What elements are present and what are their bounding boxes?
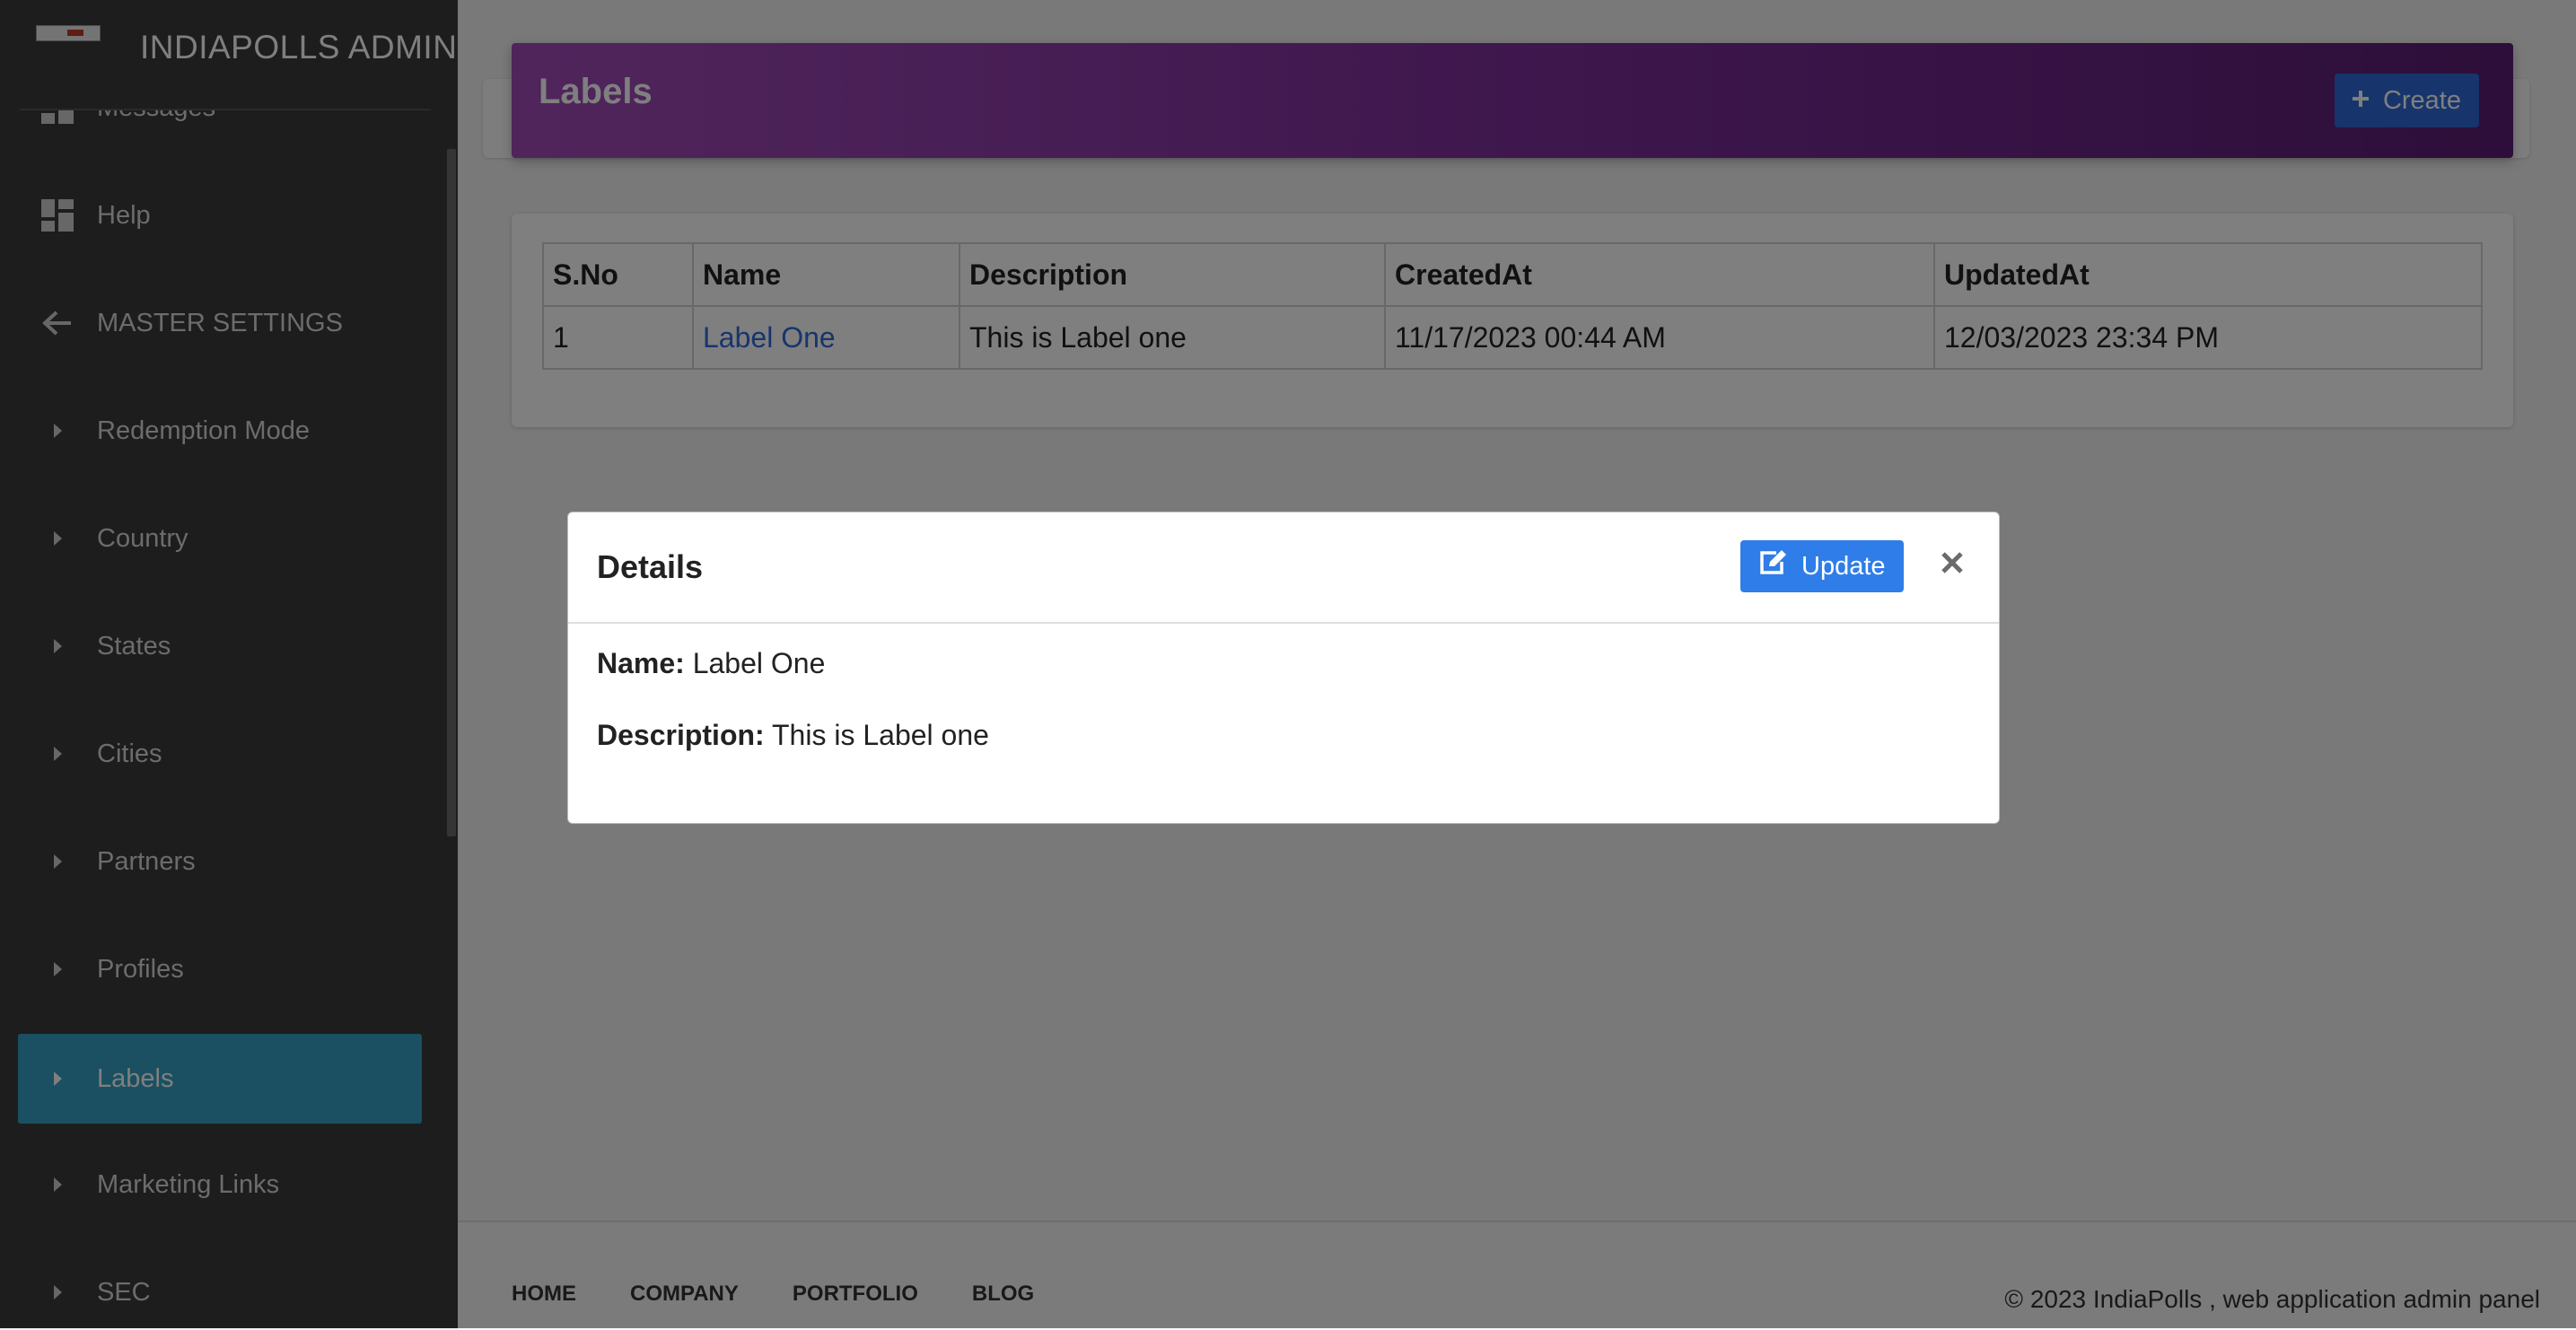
modal-title: Details <box>597 548 704 585</box>
update-button-label: Update <box>1801 551 1886 581</box>
detail-description-label: Description: <box>597 719 765 751</box>
modal-body: Name: Label One Description: This is Lab… <box>597 647 989 791</box>
edit-icon <box>1758 549 1787 583</box>
details-modal: Details Update Name: Label One Descripti… <box>567 512 2000 824</box>
detail-description-row: Description: This is Label one <box>597 719 989 791</box>
close-icon[interactable] <box>1936 547 1968 579</box>
modal-header: Details Update <box>568 512 1999 624</box>
detail-name-row: Name: Label One <box>597 647 989 719</box>
update-button[interactable]: Update <box>1740 540 1904 592</box>
detail-name-value: Label One <box>692 647 826 679</box>
detail-name-label: Name: <box>597 647 685 679</box>
detail-description-value: This is Label one <box>772 719 989 751</box>
